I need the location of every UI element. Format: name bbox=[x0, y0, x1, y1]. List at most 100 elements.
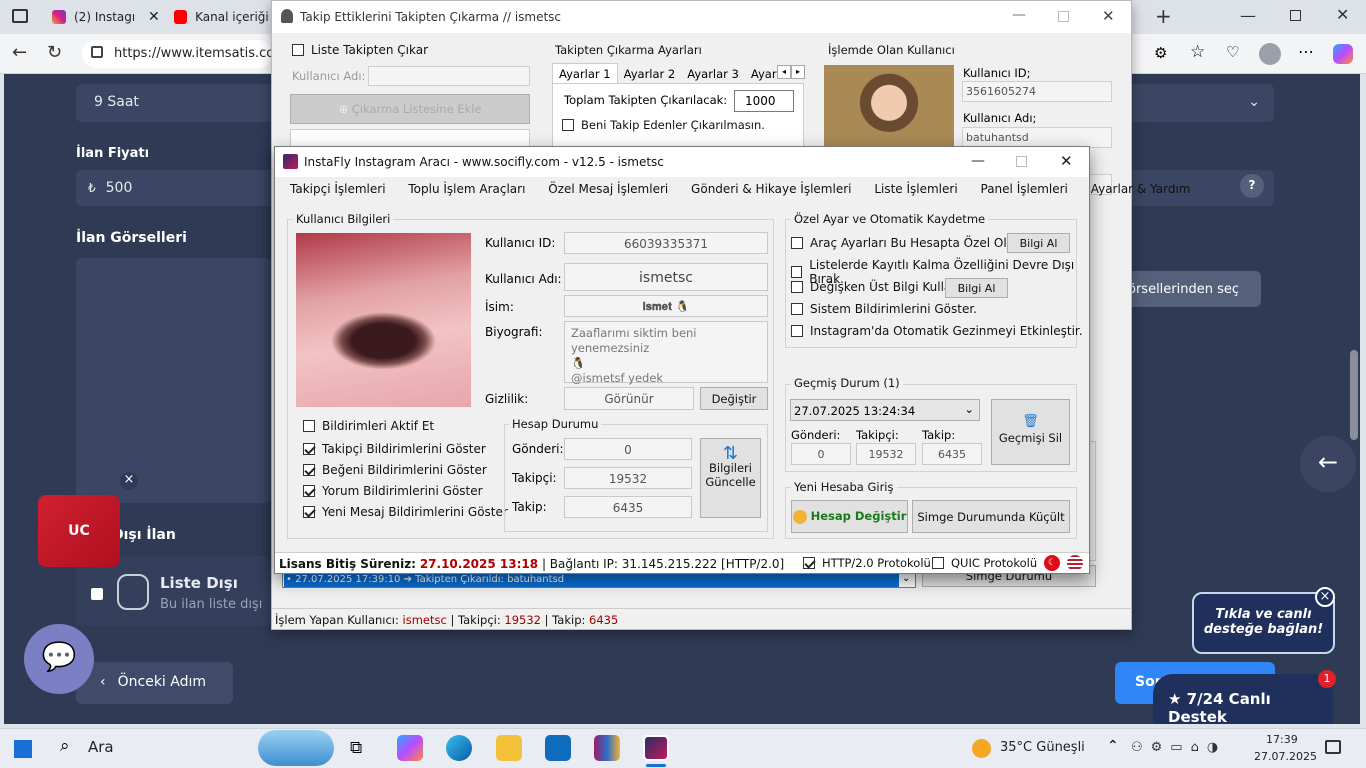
refresh-info-button[interactable]: ⇅ Bilgileri Güncelle bbox=[700, 438, 761, 518]
task-view-icon[interactable]: ⧉ bbox=[350, 738, 362, 758]
chat-bubble-icon[interactable]: 💬 bbox=[24, 624, 94, 694]
turkish-flag-icon[interactable]: ☾ bbox=[1044, 555, 1060, 571]
instafly-task-icon[interactable] bbox=[643, 735, 669, 761]
checkbox[interactable] bbox=[932, 557, 944, 569]
copilot-icon[interactable] bbox=[1333, 44, 1353, 64]
menu-settings-help[interactable]: Ayarlar & Yardım bbox=[1091, 182, 1191, 196]
tab-scroll-left-icon[interactable]: ◂ bbox=[777, 65, 791, 79]
special-check-2[interactable]: Değişken Üst Bilgi Kullan. bbox=[791, 280, 963, 294]
restore-icon[interactable] bbox=[1290, 10, 1301, 21]
checkbox[interactable] bbox=[791, 237, 803, 249]
address-bar[interactable]: https://www.itemsatis.com bbox=[82, 40, 287, 68]
notif-check-1[interactable]: Takipçi Bildirimlerini Göster bbox=[303, 442, 486, 456]
arrow-left-icon[interactable]: ← bbox=[1300, 436, 1356, 492]
scrollbar-thumb[interactable] bbox=[1350, 350, 1358, 440]
checkbox[interactable] bbox=[292, 44, 304, 56]
site-info-icon[interactable] bbox=[91, 46, 103, 58]
notif-check-2[interactable]: Beğeni Bildirimlerini Göster bbox=[303, 463, 487, 477]
menu-dm-ops[interactable]: Özel Mesaj İşlemleri bbox=[548, 182, 668, 196]
switch-account-button[interactable]: Hesap Değiştir bbox=[791, 500, 908, 533]
checkbox[interactable] bbox=[303, 420, 315, 432]
tab-settings-2[interactable]: Ayarlar 2 bbox=[618, 63, 682, 83]
menu-panel-ops[interactable]: Panel İşlemleri bbox=[981, 182, 1068, 196]
info-button-2[interactable]: Bilgi Al bbox=[945, 278, 1008, 298]
copilot-icon[interactable] bbox=[397, 735, 423, 761]
maximize-icon[interactable] bbox=[1016, 156, 1027, 167]
promo-close-icon[interactable]: × bbox=[120, 472, 138, 490]
us-flag-icon[interactable] bbox=[1067, 555, 1083, 571]
special-check-4[interactable]: Instagram'da Otomatik Gezinmeyi Etkinleş… bbox=[791, 324, 1083, 338]
menu-bulk-tools[interactable]: Toplu İşlem Araçları bbox=[408, 182, 525, 196]
clock-time[interactable]: 17:39 bbox=[1266, 733, 1298, 746]
total-stepper[interactable]: 1000 bbox=[734, 90, 794, 112]
images-dropzone[interactable] bbox=[76, 258, 271, 503]
username-input[interactable] bbox=[368, 66, 530, 86]
taskbar-search[interactable]: Ara bbox=[50, 732, 250, 764]
history-select[interactable]: 27.07.2025 13:24:34 ⌄ bbox=[790, 399, 980, 421]
chevron-down-icon[interactable]: ⌄ bbox=[902, 573, 910, 584]
more-icon[interactable]: ⋯ bbox=[1298, 42, 1314, 61]
tab-settings-3[interactable]: Ayarlar 3 bbox=[681, 63, 745, 83]
special-check-3[interactable]: Sistem Bildirimlerini Göster. bbox=[791, 302, 977, 316]
chevron-up-icon[interactable]: ⌃ bbox=[1107, 738, 1119, 754]
file-explorer-icon[interactable] bbox=[496, 735, 522, 761]
notif-check-0[interactable]: Bildirimleri Aktif Et bbox=[303, 419, 434, 433]
new-tab-icon[interactable]: + bbox=[1155, 4, 1172, 28]
support-bubble[interactable]: Tıkla ve canlı desteğe bağlan! bbox=[1192, 592, 1335, 654]
clear-history-button[interactable]: 🗑 Geçmişi Sil bbox=[991, 399, 1070, 465]
checkbox[interactable] bbox=[791, 281, 803, 293]
tab-instagram[interactable]: (2) Instagram ✕ bbox=[44, 4, 164, 30]
health-icon[interactable]: ♡ bbox=[1226, 43, 1239, 61]
maximize-icon[interactable] bbox=[1058, 11, 1069, 22]
checkbox[interactable] bbox=[803, 557, 815, 569]
unfollow-list-check[interactable]: Liste Takipten Çıkar bbox=[292, 43, 428, 57]
not-followers-check[interactable]: Beni Takip Edenler Çıkarılmasın. bbox=[562, 118, 765, 132]
winrar-icon[interactable] bbox=[594, 735, 620, 761]
help-icon[interactable]: ? bbox=[1240, 174, 1264, 198]
tab-youtube[interactable]: Kanal içeriği bbox=[166, 4, 270, 30]
close-window-icon[interactable]: ✕ bbox=[1336, 5, 1349, 24]
tab-scroll-right-icon[interactable]: ▸ bbox=[791, 65, 805, 79]
checkbox[interactable] bbox=[303, 506, 315, 518]
close-tab-icon[interactable]: ✕ bbox=[148, 9, 160, 25]
http2-check[interactable]: HTTP/2.0 Protokolü bbox=[803, 556, 931, 570]
minimize-icon[interactable]: — bbox=[1240, 6, 1256, 25]
profile-avatar[interactable] bbox=[1259, 43, 1281, 65]
prev-step-button[interactable]: ‹ Önceki Adım bbox=[76, 662, 233, 704]
menu-follower-ops[interactable]: Takipçi İşlemleri bbox=[290, 182, 386, 196]
add-list-button[interactable]: ⊕ Çıkarma Listesine Ekle bbox=[290, 94, 530, 124]
menu-post-story[interactable]: Gönderi & Hikaye İşlemleri bbox=[691, 182, 851, 196]
checkbox[interactable] bbox=[303, 464, 315, 476]
images-select-button[interactable]: örsellerinden seç bbox=[1114, 271, 1261, 307]
log-line[interactable]: • 27.07.2025 17:39:10 ➔ Takipten Çıkarıl… bbox=[284, 574, 899, 587]
menu-list-ops[interactable]: Liste İşlemleri bbox=[874, 182, 957, 196]
edge-icon[interactable] bbox=[446, 735, 472, 761]
notif-check-3[interactable]: Yorum Bildirimlerini Göster bbox=[303, 484, 483, 498]
outlook-icon[interactable] bbox=[545, 735, 571, 761]
quic-check[interactable]: QUIC Protokolü bbox=[932, 556, 1037, 570]
windows-start-icon[interactable] bbox=[14, 740, 32, 758]
notif-check-4[interactable]: Yeni Mesaj Bildirimlerini Göster bbox=[303, 505, 508, 519]
notification-icon[interactable] bbox=[1325, 740, 1341, 754]
info-button-1[interactable]: Bilgi Al bbox=[1007, 233, 1070, 253]
minimize-tray-button[interactable]: Simge Durumunda Küçült bbox=[912, 500, 1070, 533]
close-icon[interactable]: ✕ bbox=[1060, 152, 1073, 170]
tab-actions-icon[interactable] bbox=[12, 9, 28, 23]
checkbox[interactable] bbox=[562, 119, 574, 131]
checkbox[interactable] bbox=[791, 266, 803, 278]
minimize-icon[interactable]: — bbox=[1012, 7, 1026, 23]
checkbox[interactable] bbox=[791, 325, 803, 337]
support-close-icon[interactable]: × bbox=[1315, 587, 1335, 607]
checkbox[interactable] bbox=[303, 443, 315, 455]
widget-shark-icon[interactable] bbox=[258, 730, 334, 766]
support-button[interactable]: ★ 7/24 Canlı Destek bbox=[1153, 674, 1333, 726]
checkbox[interactable] bbox=[303, 485, 315, 497]
refresh-icon[interactable]: ↻ bbox=[47, 42, 62, 63]
tray-icons[interactable]: ⚇⚙▭⌂◑ bbox=[1131, 740, 1226, 755]
change-privacy-button[interactable]: Değiştir bbox=[700, 387, 768, 410]
promo-sticker[interactable]: UC bbox=[38, 495, 120, 567]
back-icon[interactable]: ← bbox=[12, 42, 27, 63]
extensions-icon[interactable]: ⚙ bbox=[1154, 44, 1167, 62]
tab-settings-1[interactable]: Ayarlar 1 bbox=[552, 63, 618, 83]
minimize-icon[interactable]: — bbox=[971, 153, 985, 169]
